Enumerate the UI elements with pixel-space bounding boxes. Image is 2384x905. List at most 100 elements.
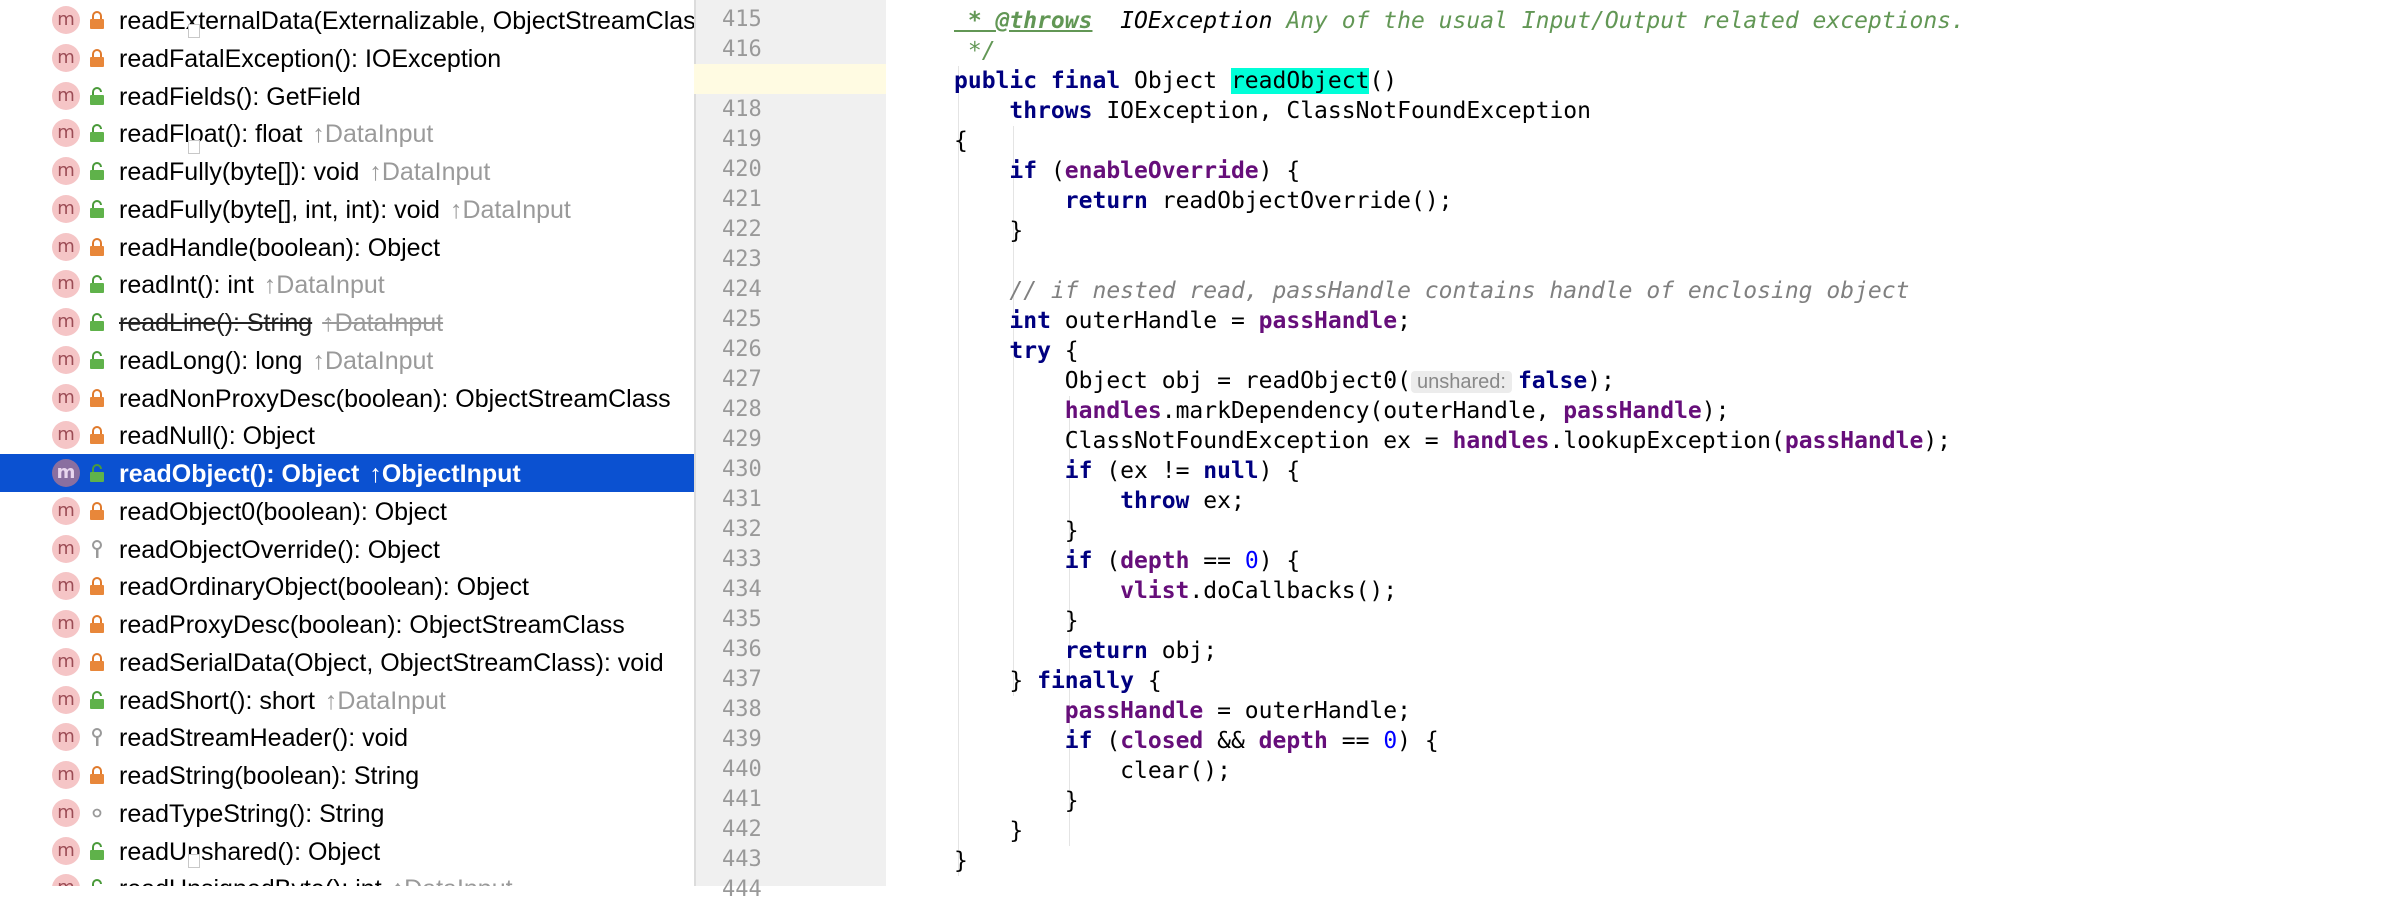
- structure-item[interactable]: m readFully(byte[], int, int): void ↑DataI…: [0, 190, 694, 228]
- code-editor[interactable]: * @throws IOException Any of the usual I…: [886, 0, 2384, 886]
- structure-item-label: readString(boolean): String: [119, 762, 419, 791]
- code-line[interactable]: }: [954, 786, 1079, 816]
- code-line[interactable]: if (enableOverride) {: [954, 156, 1300, 186]
- code-token: ex;: [1203, 488, 1245, 514]
- structure-item[interactable]: m readFatalException(): IOException: [0, 39, 694, 77]
- code-line[interactable]: }: [954, 846, 968, 876]
- public-unlock-icon: [90, 690, 104, 709]
- method-signature: readShort(): short: [119, 686, 315, 715]
- line-number: 433: [722, 547, 762, 572]
- code-token: false: [1517, 368, 1588, 394]
- code-token: // if nested read, passHandle contains h…: [1009, 278, 1910, 304]
- code-line[interactable]: throws IOException, ClassNotFoundExcepti…: [954, 96, 1591, 126]
- structure-item-label: readFully(byte[], int, int): void ↑DataIn…: [119, 196, 571, 225]
- structure-item[interactable]: m readSerialData(Object, ObjectStreamClas…: [0, 643, 694, 681]
- code-line[interactable]: clear();: [954, 756, 1231, 786]
- private-lock-icon: [90, 501, 104, 520]
- code-line[interactable]: */: [954, 36, 996, 66]
- structure-item[interactable]: m readString(boolean): String: [0, 756, 694, 794]
- code-token: enableOverride: [1064, 158, 1259, 184]
- code-line[interactable]: {: [954, 126, 968, 156]
- public-unlock-icon: [90, 86, 104, 105]
- structure-item[interactable]: m readObjectOverride(): Object: [0, 530, 694, 568]
- structure-item[interactable]: m readHandle(boolean): Object: [0, 228, 694, 266]
- structure-item[interactable]: m readNull(): Object: [0, 416, 694, 454]
- code-token: clear();: [954, 758, 1231, 784]
- code-line[interactable]: public final Object readObject(): [954, 66, 1397, 96]
- method-icon: m: [52, 572, 80, 601]
- code-token: handles: [1064, 398, 1162, 424]
- code-line[interactable]: vlist.doCallbacks();: [954, 576, 1397, 606]
- structure-item[interactable]: m readProxyDesc(boolean): ObjectStreamCla…: [0, 605, 694, 643]
- fold-marker-icon[interactable]: [188, 854, 200, 868]
- structure-item[interactable]: m readInt(): int ↑DataInput: [0, 265, 694, 303]
- method-signature: readHandle(boolean): Object: [119, 233, 441, 262]
- method-icon: m: [52, 43, 80, 72]
- code-token: ==: [1203, 548, 1245, 574]
- structure-item[interactable]: m readTypeString(): String: [0, 794, 694, 832]
- structure-item[interactable]: m readObject0(boolean): Object: [0, 492, 694, 530]
- structure-item[interactable]: m readUnshared(): Object: [0, 832, 694, 870]
- line-number: 422: [722, 217, 762, 242]
- code-token: {: [1147, 668, 1162, 694]
- structure-item[interactable]: m readFields(): GetField: [0, 77, 694, 115]
- code-line[interactable]: return obj;: [954, 636, 1217, 666]
- structure-item[interactable]: m readOrdinaryObject(boolean): Object: [0, 567, 694, 605]
- structure-item-label: readLine(): String ↑DataInput: [119, 309, 443, 338]
- structure-item[interactable]: m readNonProxyDesc(boolean): ObjectStream…: [0, 379, 694, 417]
- public-unlock-icon: [90, 199, 104, 218]
- code-line[interactable]: throw ex;: [954, 486, 1245, 516]
- code-line[interactable]: handles.markDependency(outerHandle, pass…: [954, 396, 1730, 426]
- structure-item[interactable]: m readFloat(): float ↑DataInput: [0, 114, 694, 152]
- fold-marker-icon[interactable]: [188, 140, 200, 154]
- private-lock-icon: [90, 388, 104, 407]
- structure-item-label: readShort(): short ↑DataInput: [119, 687, 446, 716]
- code-line[interactable]: }: [954, 816, 1023, 846]
- code-token: (ex !=: [1106, 458, 1204, 484]
- fold-marker-icon[interactable]: [188, 24, 200, 38]
- structure-item[interactable]: m readUnsignedByte(): int ↑DataInput: [0, 869, 694, 886]
- code-token: (: [1106, 728, 1121, 754]
- code-line[interactable]: return readObjectOverride();: [954, 186, 1453, 216]
- method-icon: m: [52, 6, 80, 34]
- code-line[interactable]: // if nested read, passHandle contains h…: [954, 276, 1909, 306]
- code-line[interactable]: if (depth == 0) {: [954, 546, 1300, 576]
- code-token: if: [1064, 728, 1107, 754]
- code-line[interactable]: if (closed && depth == 0) {: [954, 726, 1439, 756]
- public-unlock-icon: [92, 879, 102, 886]
- structure-item-label: readStreamHeader(): void: [119, 724, 408, 753]
- structure-item[interactable]: m readStreamHeader(): void: [0, 718, 694, 756]
- code-line[interactable]: passHandle = outerHandle;: [954, 696, 1411, 726]
- structure-item[interactable]: m readShort(): short ↑DataInput: [0, 681, 694, 719]
- structure-item-label: readFully(byte[]): void ↑DataInput: [119, 158, 490, 187]
- code-line[interactable]: int outerHandle = passHandle;: [954, 306, 1411, 336]
- code-token: passHandle: [1064, 698, 1218, 724]
- structure-item-label: readProxyDesc(boolean): ObjectStreamClas…: [119, 611, 625, 640]
- code-line[interactable]: Object obj = readObject0(unshared: false)…: [954, 366, 1615, 396]
- structure-item[interactable]: m readExternalData(Externalizable, Object…: [0, 1, 694, 39]
- code-line[interactable]: if (ex != null) {: [954, 456, 1300, 486]
- code-line[interactable]: }: [954, 606, 1079, 636]
- code-line[interactable]: }: [954, 516, 1079, 546]
- code-line[interactable]: } finally {: [954, 666, 1162, 696]
- code-token: .doCallbacks();: [1189, 578, 1398, 604]
- code-token: Object obj = readObject0(: [954, 368, 1411, 394]
- structure-item[interactable]: m readLong(): long ↑DataInput: [0, 341, 694, 379]
- method-signature: readLong(): long: [119, 346, 303, 375]
- method-icon: m: [52, 723, 80, 752]
- structure-item[interactable]: m readLine(): String ↑DataInput: [0, 303, 694, 341]
- line-number: 416: [722, 37, 762, 62]
- structure-item[interactable]: m readFully(byte[]): void ↑DataInput: [0, 152, 694, 190]
- code-token: */: [954, 38, 996, 64]
- code-line[interactable]: }: [954, 216, 1023, 246]
- public-unlock-icon: [90, 313, 104, 331]
- structure-item[interactable]: m readObject(): Object ↑ObjectInput: [0, 454, 694, 492]
- code-line[interactable]: ClassNotFoundException ex = handles.look…: [954, 426, 1951, 456]
- line-number: 435: [722, 607, 762, 632]
- code-token: return: [1064, 188, 1162, 214]
- code-line[interactable]: try {: [954, 336, 1078, 366]
- code-line[interactable]: * @throws IOException Any of the usual I…: [954, 6, 1965, 36]
